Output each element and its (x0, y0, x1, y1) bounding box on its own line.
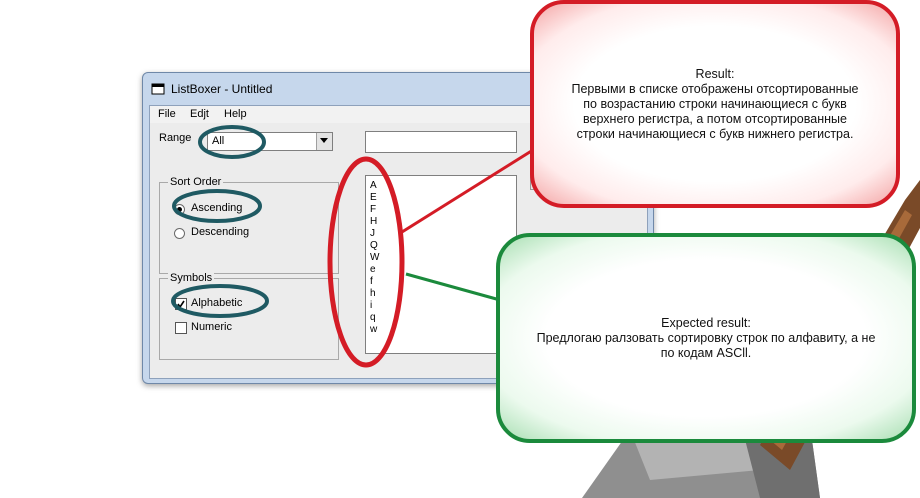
sort-order-label: Sort Order (168, 176, 224, 188)
expected-result-callout: Expected result: Предлогаю ралзовать сор… (496, 233, 916, 443)
range-combobox[interactable]: All (207, 132, 333, 151)
ascending-label[interactable]: Ascending (191, 202, 242, 214)
alphabetic-label[interactable]: Alphabetic (191, 297, 242, 309)
expected-text: Предлогаю ралзовать сортировку строк по … (536, 330, 876, 360)
alphabetic-checkbox[interactable] (175, 298, 187, 310)
app-icon (151, 83, 165, 95)
list-item[interactable]: A (370, 180, 377, 192)
range-value: All (212, 135, 225, 147)
string-input[interactable] (365, 131, 517, 153)
menu-edit[interactable]: Edjt (190, 108, 209, 120)
result-callout: Result: Первыми в списке отображены отсо… (530, 0, 900, 208)
chevron-down-icon (320, 138, 328, 143)
descending-label[interactable]: Descending (191, 226, 249, 238)
menu-help[interactable]: Help (224, 108, 247, 120)
menu-file[interactable]: File (158, 108, 176, 120)
checkmark-icon (177, 300, 185, 309)
list-item[interactable]: W (370, 252, 379, 264)
numeric-checkbox[interactable] (175, 322, 187, 334)
result-text: Первыми в списке отображены отсортирован… (571, 81, 859, 141)
list-item[interactable]: H (370, 216, 377, 228)
range-label: Range (159, 132, 192, 144)
list-item[interactable]: i (370, 300, 372, 312)
numeric-label[interactable]: Numeric (191, 321, 232, 333)
radio-selected-dot (177, 207, 182, 212)
dropdown-button[interactable] (316, 133, 332, 150)
list-item[interactable]: e (370, 264, 376, 276)
ascending-radio[interactable] (174, 204, 185, 215)
list-item[interactable]: J (370, 228, 375, 240)
list-item[interactable]: h (370, 288, 376, 300)
list-item[interactable]: Q (370, 240, 378, 252)
descending-radio[interactable] (174, 228, 185, 239)
strings-listbox[interactable]: A E F H J Q W e f h i q w (365, 175, 517, 354)
symbols-group: Symbols (159, 272, 339, 360)
result-title: Result: (695, 66, 735, 81)
list-item[interactable]: F (370, 204, 376, 216)
list-item[interactable]: E (370, 192, 377, 204)
list-item[interactable]: w (370, 324, 377, 336)
window-title: ListBoxer - Untitled (171, 82, 273, 96)
symbols-label: Symbols (168, 272, 215, 284)
list-item[interactable]: f (370, 276, 373, 288)
list-item[interactable]: q (370, 312, 376, 324)
expected-title: Expected result: (661, 315, 751, 330)
